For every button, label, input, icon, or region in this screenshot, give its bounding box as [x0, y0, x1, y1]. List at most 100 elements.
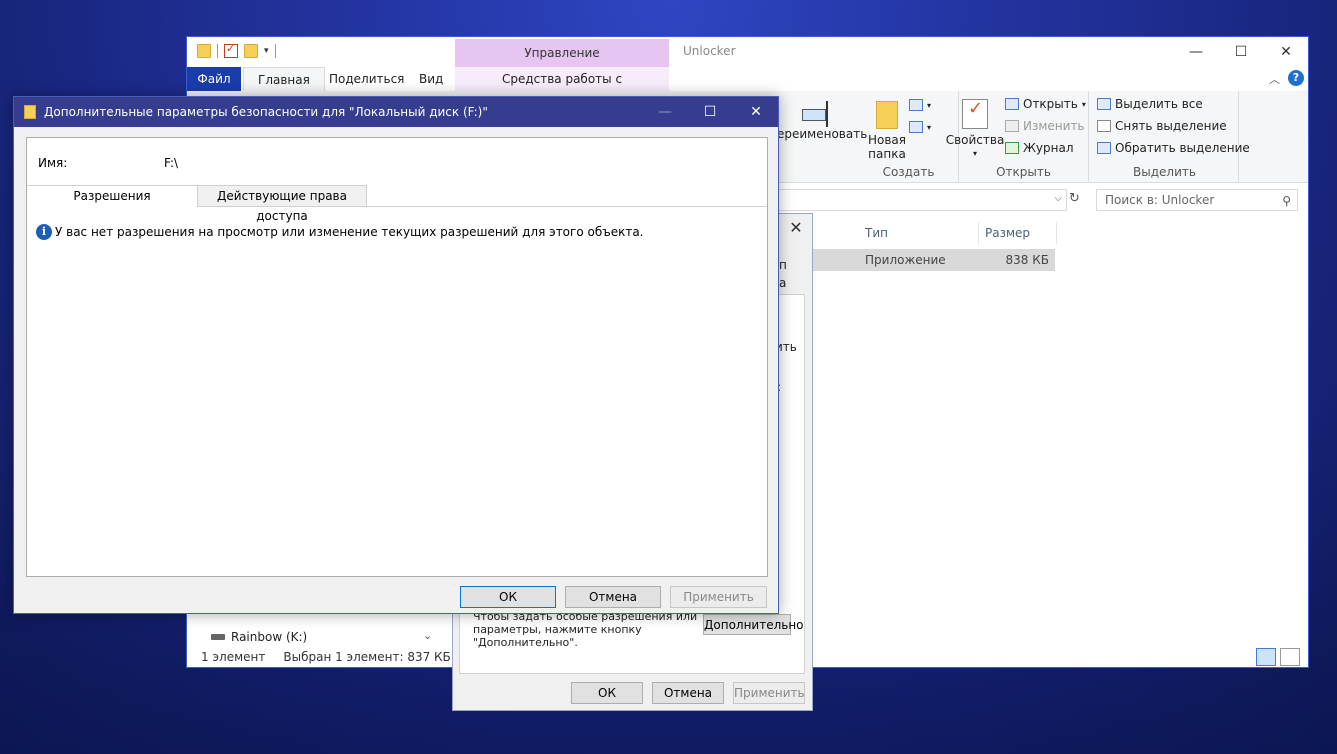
- ribbon-collapse-icon[interactable]: ︿: [1269, 71, 1280, 87]
- folder-icon[interactable]: [197, 44, 211, 58]
- ok-button[interactable]: ОК: [571, 682, 643, 704]
- easy-access-icon: [909, 121, 923, 133]
- new-item-button[interactable]: ▾: [909, 99, 931, 111]
- ok-button[interactable]: ОК: [460, 586, 556, 608]
- selection-info: Выбран 1 элемент: 837 КБ: [283, 650, 451, 664]
- ribbon-group-select: Выделить все Снять выделение Обратить вы…: [1091, 91, 1250, 183]
- new-folder-icon: [876, 101, 898, 129]
- easy-access-button[interactable]: ▾: [909, 121, 931, 133]
- cancel-button[interactable]: Отмена: [652, 682, 724, 704]
- info-message: i У вас нет разрешения на просмотр или и…: [36, 224, 644, 240]
- dropdown-icon: ▾: [927, 122, 932, 132]
- ribbon-group-create: Новая папка ▾ ▾ Создать: [859, 91, 959, 183]
- file-row[interactable]: Приложение 838 КБ: [809, 249, 1055, 271]
- search-placeholder: Поиск в: Unlocker: [1105, 193, 1215, 207]
- info-text: У вас нет разрешения на просмотр или изм…: [55, 225, 644, 239]
- ribbon-group-label: Создать: [882, 165, 935, 179]
- name-value: F:\: [164, 156, 179, 170]
- tab-view[interactable]: Вид: [405, 67, 457, 91]
- column-header-size[interactable]: Размер: [979, 222, 1057, 244]
- select-none-button[interactable]: Снять выделение: [1097, 119, 1227, 133]
- dialog-titlebar: Дополнительные параметры безопасности дл…: [14, 97, 778, 127]
- rename-button[interactable]: ереименовать: [777, 101, 867, 141]
- window-title: Unlocker: [683, 44, 736, 58]
- folder-icon: [24, 105, 36, 119]
- help-icon[interactable]: ?: [1288, 70, 1304, 86]
- new-folder-label-line2: папка: [868, 147, 906, 161]
- advanced-hint: Чтобы задать особые разрешения или парам…: [473, 610, 698, 649]
- minimize-button[interactable]: —: [1173, 41, 1219, 63]
- tab-divider: [367, 206, 767, 207]
- open-button[interactable]: Открыть ▾: [1005, 97, 1086, 111]
- large-icons-view-icon[interactable]: [1280, 648, 1300, 666]
- ribbon-group-label: Выделить: [1133, 165, 1196, 179]
- chevron-down-icon[interactable]: ⌵: [1054, 193, 1062, 204]
- column-header-type[interactable]: Тип: [859, 222, 979, 244]
- manage-contextual-tab[interactable]: Управление: [455, 39, 669, 67]
- edit-icon: [1005, 120, 1019, 132]
- select-all-label: Выделить все: [1115, 97, 1203, 111]
- select-all-button[interactable]: Выделить все: [1097, 97, 1203, 111]
- tab-permissions[interactable]: Разрешения: [27, 185, 198, 207]
- apply-button[interactable]: Применить: [670, 586, 767, 608]
- ribbon-group-label: Открыть: [996, 165, 1051, 179]
- drive-icon: [211, 634, 225, 640]
- dialog-body: Имя: F:\ Разрешения Действующие права до…: [26, 137, 768, 577]
- minimize-button[interactable]: —: [642, 101, 688, 123]
- qat-dropdown-icon[interactable]: ▾: [264, 46, 269, 56]
- properties-button[interactable]: Свойства ▾: [945, 99, 1005, 161]
- text-fragment: п: [779, 258, 787, 272]
- close-button[interactable]: ✕: [733, 101, 779, 123]
- open-label: Открыть: [1023, 97, 1078, 111]
- maximize-button[interactable]: ☐: [1218, 41, 1264, 63]
- new-item-icon: [909, 99, 923, 111]
- qat-separator: [274, 44, 276, 58]
- address-bar[interactable]: ⌵: [767, 189, 1067, 211]
- history-label: Журнал: [1023, 141, 1074, 155]
- tab-app-tools[interactable]: Средства работы с приложениями: [455, 67, 669, 110]
- edit-button[interactable]: Изменить: [1005, 119, 1085, 133]
- ribbon-group-open: Свойства ▾ Открыть ▾ Изменить Журнал Отк…: [946, 91, 1089, 183]
- dropdown-icon: ▾: [1081, 99, 1086, 109]
- select-none-label: Снять выделение: [1115, 119, 1227, 133]
- open-icon: [1005, 98, 1019, 110]
- tab-effective-access[interactable]: Действующие права доступа: [197, 185, 367, 223]
- properties-label: Свойства: [945, 133, 1005, 147]
- search-input[interactable]: Поиск в: Unlocker ⚲: [1096, 189, 1298, 211]
- nav-item-label: Rainbow (K:): [231, 630, 308, 644]
- cancel-button[interactable]: Отмена: [565, 586, 661, 608]
- new-folder-button[interactable]: Новая папка: [865, 101, 909, 161]
- properties-icon: [962, 99, 988, 129]
- details-view-icon[interactable]: [1256, 648, 1276, 666]
- tab-home[interactable]: Главная: [243, 67, 325, 91]
- status-bar: 1 элемент Выбран 1 элемент: 837 КБ: [201, 650, 451, 664]
- explorer-titlebar: ▾ Управление Unlocker — ☐ ✕: [187, 37, 1308, 67]
- tab-file[interactable]: Файл: [187, 67, 241, 91]
- invert-selection-label: Обратить выделение: [1115, 141, 1250, 155]
- dropdown-icon: ▾: [972, 149, 977, 158]
- close-button[interactable]: ✕: [1263, 41, 1309, 63]
- text-fragment: а: [779, 276, 787, 290]
- history-button[interactable]: Журнал: [1005, 141, 1074, 155]
- properties-check-icon[interactable]: [224, 42, 238, 58]
- new-folder-label-line1: Новая: [867, 133, 906, 147]
- advanced-button[interactable]: Дополнительно: [703, 614, 804, 635]
- edit-label: Изменить: [1023, 119, 1085, 133]
- scroll-down-icon[interactable]: ⌄: [423, 629, 432, 642]
- dropdown-icon: ▾: [927, 100, 932, 110]
- nav-item-drive[interactable]: Rainbow (K:): [211, 630, 307, 644]
- item-count: 1 элемент: [201, 650, 266, 664]
- invert-selection-button[interactable]: Обратить выделение: [1097, 141, 1250, 155]
- close-icon[interactable]: ✕: [786, 218, 806, 237]
- apply-button[interactable]: Применить: [733, 682, 805, 704]
- refresh-icon[interactable]: ↻: [1069, 191, 1080, 206]
- search-icon: ⚲: [1282, 194, 1291, 208]
- new-folder-icon[interactable]: [244, 44, 258, 58]
- select-all-icon: [1097, 98, 1111, 110]
- file-type: Приложение: [865, 253, 946, 267]
- name-label: Имя:: [38, 156, 68, 170]
- tab-share[interactable]: Поделиться: [315, 67, 418, 91]
- maximize-button[interactable]: ☐: [687, 101, 733, 123]
- view-switcher: [1256, 648, 1300, 666]
- file-size: 838 КБ: [1005, 253, 1049, 267]
